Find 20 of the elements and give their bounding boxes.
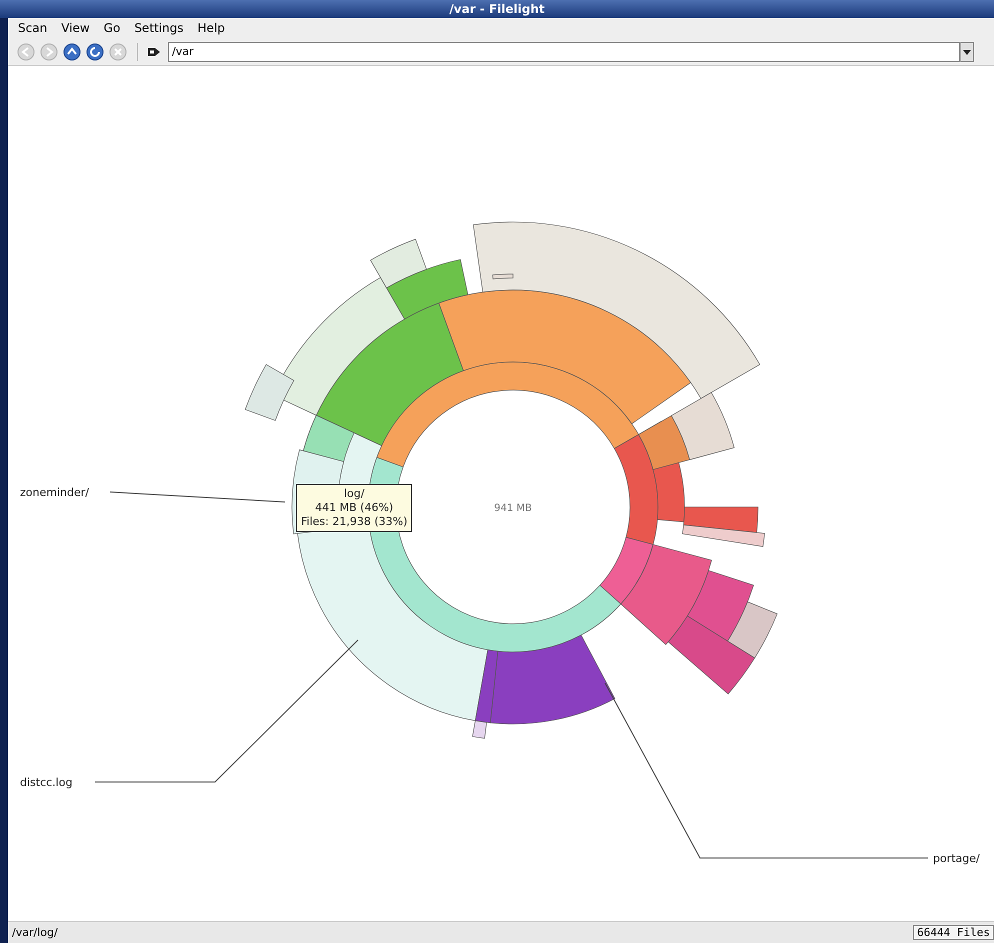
tooltip-text: Files: 21,938 (33%) [301, 515, 408, 529]
go-icon[interactable] [147, 46, 161, 58]
menu-item[interactable]: View [61, 21, 90, 35]
dropdown-icon[interactable] [960, 42, 974, 62]
total-size: 941 MB [494, 503, 532, 514]
window-title: /var - Filelight [449, 2, 545, 16]
refresh-button[interactable] [85, 42, 105, 62]
file-count: 66444 Files [913, 925, 994, 940]
status-path: /var/log/ [12, 926, 58, 939]
file-label: zoneminder/ [20, 486, 89, 499]
up-button[interactable] [62, 42, 82, 62]
menu-item[interactable]: Help [198, 21, 225, 35]
file-label: distcc.log [20, 776, 72, 789]
menu-item[interactable]: Settings [134, 21, 184, 35]
file-label: portage/ [933, 852, 980, 865]
tooltip-text: 441 MB (46%) [315, 501, 394, 515]
location-field[interactable]: /var [168, 42, 960, 62]
menu-item[interactable]: Scan [18, 21, 48, 35]
tooltip-text: log/ [344, 487, 364, 501]
menu-item[interactable]: Go [104, 21, 120, 35]
